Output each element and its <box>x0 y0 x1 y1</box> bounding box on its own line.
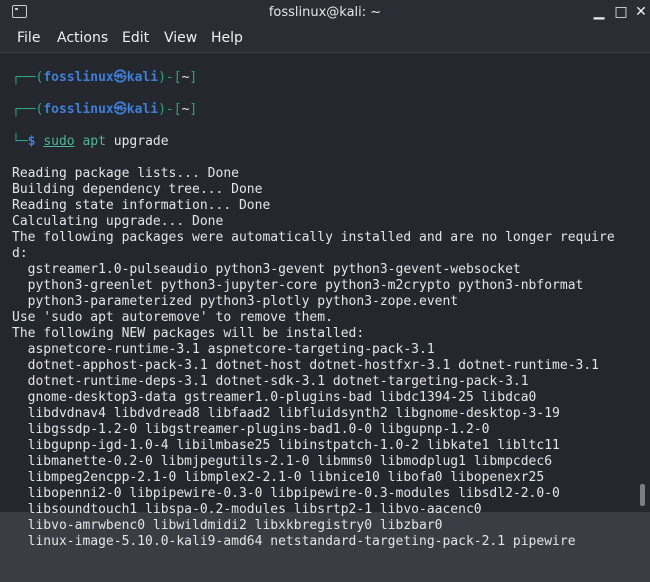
terminal-window: fosslinux@kali: ~ ▁ □ ✕ File Actions Edi… <box>0 0 650 549</box>
output-line: Reading state information... Done <box>12 198 271 213</box>
output-line: The following packages were automaticall… <box>12 230 615 245</box>
output-line: linux-image-5.10.0-kali9-amd64 netstanda… <box>12 534 576 549</box>
prompt-line: ┌──(fosslinux㉿kali)-[~] <box>12 70 198 85</box>
menu-edit[interactable]: Edit <box>122 30 149 46</box>
output-line: Calculating upgrade... Done <box>12 214 224 229</box>
output-line: Use 'sudo apt autoremove' to remove them… <box>12 310 333 325</box>
output-line: libvo-amrwbenc0 libwildmidi2 libxkbregis… <box>12 518 443 533</box>
close-button[interactable]: ✕ <box>632 3 650 21</box>
output-line: The following NEW packages will be insta… <box>12 326 365 341</box>
command-line: └─$ sudo apt upgrade <box>12 134 169 149</box>
output-line: python3-parameterized python3-plotly pyt… <box>12 294 459 309</box>
output-line: gnome-desktop3-data gstreamer1.0-plugins… <box>12 390 537 405</box>
output-line: Reading package lists... Done <box>12 166 239 181</box>
scrollbar[interactable] <box>640 484 645 506</box>
output-line: dotnet-runtime-deps-3.1 dotnet-sdk-3.1 d… <box>12 374 529 389</box>
window-title: fosslinux@kali: ~ <box>268 5 382 20</box>
output-line: libdvdnav4 libdvdread8 libfaad2 libfluid… <box>12 406 560 421</box>
terminal-output[interactable]: ┌──(fosslinux㉿kali)-[~] ┌──(fosslinux㉿ka… <box>12 54 637 582</box>
output-line: dotnet-apphost-pack-3.1 dotnet-host dotn… <box>12 358 599 373</box>
output-line: Building dependency tree... Done <box>12 182 263 197</box>
title-bar: fosslinux@kali: ~ ▁ □ ✕ <box>0 0 650 26</box>
output-line: aspnetcore-runtime-3.1 aspnetcore-target… <box>12 342 435 357</box>
output-line: libopenni2-0 libpipewire-0.3-0 libpipewi… <box>12 486 560 501</box>
menu-view[interactable]: View <box>164 30 197 46</box>
menu-actions[interactable]: Actions <box>57 30 108 46</box>
output-line: libmpeg2encpp-2.1-0 libmplex2-2.1-0 libn… <box>12 470 545 485</box>
minimize-button[interactable]: ▁ <box>590 3 608 21</box>
menu-file[interactable]: File <box>17 30 40 46</box>
output-line: python3-greenlet python3-jupyter-core py… <box>12 278 584 293</box>
output-line: d: <box>12 246 28 261</box>
menu-bar: File Actions Edit View Help <box>0 26 650 53</box>
command-output: Reading package lists... Done Building de… <box>12 166 637 550</box>
output-line: libgssdp-1.2-0 libgstreamer-plugins-bad1… <box>12 422 490 437</box>
output-line: libmanette-0.2-0 libmjpegutils-2.1-0 lib… <box>12 454 553 469</box>
prompt-line: ┌──(fosslinux㉿kali)-[~] <box>12 102 198 117</box>
menu-help[interactable]: Help <box>211 30 243 46</box>
maximize-button[interactable]: □ <box>612 3 630 21</box>
output-line: libgupnp-igd-1.0-4 libilmbase25 libinstp… <box>12 438 560 453</box>
output-line: gstreamer1.0-pulseaudio python3-gevent p… <box>12 262 521 277</box>
output-line: libsoundtouch1 libspa-0.2-modules libsrt… <box>12 502 482 517</box>
